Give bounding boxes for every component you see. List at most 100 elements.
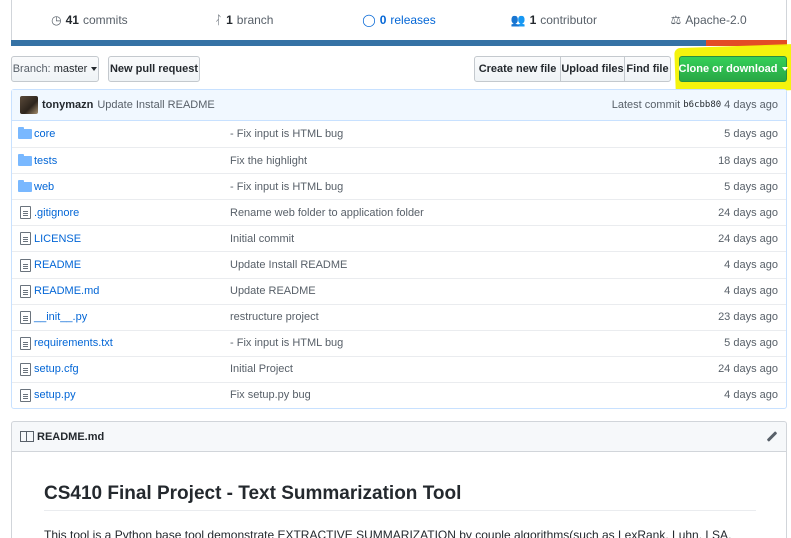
branch-icon: ᛮ <box>214 13 223 27</box>
file-navigation: Branch: master New pull request Create n… <box>11 43 791 95</box>
readme-heading: CS410 Final Project - Text Summarization… <box>44 483 462 504</box>
history-icon: ◷ <box>51 13 62 27</box>
file-row[interactable]: .gitignore Rename web folder to applicati… <box>12 199 786 225</box>
latest-commit-label: Latest commit <box>611 99 681 111</box>
file-name-link[interactable]: setup.cfg <box>34 363 230 375</box>
file-row[interactable]: __init__.py restructure project 23 days ag… <box>12 303 786 330</box>
commits-link[interactable]: ◷ 41 commits <box>12 13 167 27</box>
commit-message-link[interactable]: - Fix input is HTML bug <box>230 128 696 140</box>
file-row[interactable]: requirements.txt - Fix input is HTML bug 5… <box>12 329 786 356</box>
upload-files-button[interactable]: Upload files <box>560 56 625 82</box>
book-icon <box>20 431 34 442</box>
file-age: 4 days ago <box>724 389 778 402</box>
license-label: Apache-2.0 <box>685 13 747 27</box>
file-name-link[interactable]: README <box>34 259 230 271</box>
releases-count: 0 <box>379 13 387 27</box>
readme-filename: README.md <box>37 430 105 443</box>
file-name-link[interactable]: setup.py <box>34 389 230 401</box>
clone-or-download-label: Clone or download <box>678 63 778 75</box>
commit-message-link[interactable]: Initial commit <box>230 233 696 245</box>
file-row[interactable]: core - Fix input is HTML bug 5 days ago <box>12 121 786 147</box>
commit-message-link[interactable]: - Fix input is HTML bug <box>230 337 696 349</box>
divider <box>44 510 756 511</box>
readme-body: CS410 Final Project - Text Summarization… <box>11 451 787 538</box>
file-row[interactable]: tests Fix the highlight 18 days ago <box>12 147 786 173</box>
file-age: 24 days ago <box>718 206 778 219</box>
file-row[interactable]: web - Fix input is HTML bug 5 days ago <box>12 173 786 199</box>
branch-select-button[interactable]: Branch: master <box>11 56 99 82</box>
law-icon: ⚖ <box>670 13 682 27</box>
file-icon <box>12 310 34 324</box>
readme-intro: This tool is a Python base tool demonstr… <box>44 528 732 538</box>
commit-message-link[interactable]: Update README <box>230 285 696 297</box>
file-age: 24 days ago <box>718 232 778 245</box>
file-name-link[interactable]: .gitignore <box>34 207 230 219</box>
pencil-icon[interactable] <box>766 431 778 442</box>
repo-summary: ◷ 41 commits ᛮ 1 branch ◯ 0 releases 👥 1… <box>11 0 787 40</box>
file-age: 23 days ago <box>718 311 778 324</box>
chevron-down-icon <box>91 67 98 71</box>
avatar[interactable] <box>20 96 38 114</box>
releases-link[interactable]: ◯ 0 releases <box>322 13 477 27</box>
commit-message-link[interactable]: restructure project <box>230 311 696 323</box>
file-icon <box>12 232 34 246</box>
commit-message-link[interactable]: Initial Project <box>230 363 696 375</box>
branch-select-label: Branch: <box>12 63 51 75</box>
file-name-link[interactable]: LICENSE <box>34 233 230 245</box>
file-icon <box>12 284 34 298</box>
find-file-button[interactable]: Find file <box>624 56 671 82</box>
commit-author[interactable]: tonymazn <box>42 99 93 111</box>
file-age: 5 days ago <box>724 180 778 193</box>
language-bar[interactable] <box>11 40 787 46</box>
license-link[interactable]: ⚖ Apache-2.0 <box>631 13 786 27</box>
commit-message-link[interactable]: Fix the highlight <box>230 155 696 167</box>
latest-commit-bar: tonymazn Update Install README Latest co… <box>12 90 786 121</box>
commits-count: 41 <box>65 13 79 27</box>
releases-label: releases <box>390 13 436 27</box>
file-icon <box>12 388 34 402</box>
commits-label: commits <box>82 13 128 27</box>
people-icon: 👥 <box>510 13 526 27</box>
file-row[interactable]: setup.py Fix setup.py bug 4 days ago <box>12 381 786 408</box>
contributors-link[interactable]: 👥 1 contributor <box>476 13 631 27</box>
contributor-count: 1 <box>529 13 537 27</box>
readme-header: README.md <box>11 421 787 451</box>
branch-count: 1 <box>226 13 233 27</box>
folder-icon <box>12 127 34 140</box>
file-name-link[interactable]: core <box>34 128 230 140</box>
commit-message-link[interactable]: Update Install README <box>230 259 696 271</box>
file-age: 4 days ago <box>724 285 778 298</box>
file-age: 24 days ago <box>718 363 778 376</box>
branch-select-value: master <box>53 63 88 75</box>
commit-message-link[interactable]: Fix setup.py bug <box>230 389 696 401</box>
create-new-file-button[interactable]: Create new file <box>474 56 561 82</box>
new-pull-request-button[interactable]: New pull request <box>108 56 200 82</box>
file-name-link[interactable]: __init__.py <box>34 311 230 323</box>
folder-icon <box>12 179 34 192</box>
file-age: 18 days ago <box>718 154 778 167</box>
file-name-link[interactable]: tests <box>34 155 230 167</box>
file-age: 4 days ago <box>724 259 778 272</box>
file-name-link[interactable]: README.md <box>34 285 230 297</box>
commit-sha[interactable]: b6cbb80 <box>683 100 721 110</box>
file-icon <box>12 206 34 220</box>
file-name-link[interactable]: requirements.txt <box>34 337 230 349</box>
clone-or-download-button[interactable]: Clone or download <box>678 56 788 82</box>
file-age: 5 days ago <box>724 128 778 141</box>
language-python-segment <box>11 40 706 46</box>
file-row[interactable]: setup.cfg Initial Project 24 days ago <box>12 355 786 382</box>
commit-message-link[interactable]: - Fix input is HTML bug <box>230 181 696 193</box>
file-row[interactable]: LICENSE Initial commit 24 days ago <box>12 225 786 251</box>
file-icon <box>12 258 34 272</box>
file-icon <box>12 336 34 350</box>
file-row[interactable]: README Update Install README 4 days ago <box>12 251 786 277</box>
branches-link[interactable]: ᛮ 1 branch <box>167 13 322 27</box>
commit-message-link[interactable]: Rename web folder to application folder <box>230 207 696 219</box>
file-age: 5 days ago <box>724 337 778 350</box>
file-list: tonymazn Update Install README Latest co… <box>11 89 787 410</box>
commit-age: 4 days ago <box>724 99 778 111</box>
file-icon <box>12 362 34 376</box>
file-name-link[interactable]: web <box>34 181 230 193</box>
commit-message[interactable]: Update Install README <box>97 99 214 111</box>
file-row[interactable]: README.md Update README 4 days ago <box>12 277 786 304</box>
